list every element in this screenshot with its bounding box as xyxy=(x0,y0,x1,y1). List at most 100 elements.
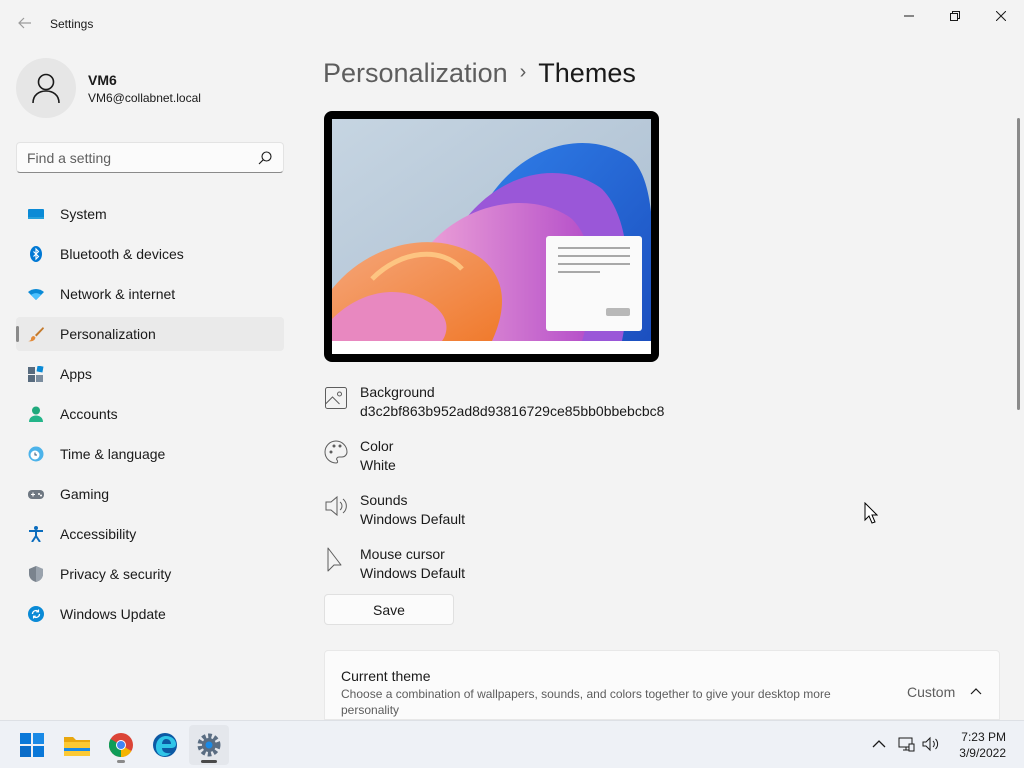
sidebar-item-system[interactable]: System xyxy=(16,197,284,231)
current-theme-title: Current theme xyxy=(341,668,431,684)
user-email: VM6@collabnet.local xyxy=(88,91,201,105)
chevron-up-icon[interactable] xyxy=(870,735,888,753)
sidebar-item-label: Apps xyxy=(60,366,92,382)
taskbar: 7:23 PM 3/9/2022 xyxy=(0,720,1024,768)
cursor-icon xyxy=(327,547,342,572)
search-input[interactable] xyxy=(27,149,247,167)
theme-property-sounds[interactable]: Sounds Windows Default xyxy=(324,492,724,536)
sidebar-item-bluetooth[interactable]: Bluetooth & devices xyxy=(16,237,284,271)
mouse-pointer-icon xyxy=(864,502,878,524)
sidebar-item-gaming[interactable]: Gaming xyxy=(16,477,284,511)
preview-window xyxy=(546,236,642,331)
user-name: VM6 xyxy=(88,72,117,88)
breadcrumb-parent[interactable]: Personalization xyxy=(323,58,508,88)
chevron-up-icon[interactable] xyxy=(969,684,983,698)
sidebar-item-label: Bluetooth & devices xyxy=(60,246,184,262)
taskbar-file-explorer[interactable] xyxy=(57,725,97,765)
page-title: Themes xyxy=(538,58,636,88)
back-button[interactable] xyxy=(12,10,38,36)
sidebar-item-label: Accessibility xyxy=(60,526,137,542)
bluetooth-icon xyxy=(30,246,42,262)
property-label: Sounds xyxy=(360,492,408,508)
windows-start-icon xyxy=(20,733,44,757)
sidebar-item-accessibility[interactable]: Accessibility xyxy=(16,517,284,551)
current-theme-description: Choose a combination of wallpapers, soun… xyxy=(341,687,831,717)
sidebar-item-label: System xyxy=(60,206,107,222)
refresh-icon xyxy=(28,606,44,622)
breadcrumb-separator: › xyxy=(519,61,527,83)
maximize-button[interactable] xyxy=(932,0,978,32)
sidebar-item-label: Time & language xyxy=(60,446,166,462)
sidebar-item-windows-update[interactable]: Windows Update xyxy=(16,597,284,631)
minimize-button[interactable] xyxy=(886,0,932,32)
clock-time[interactable]: 7:23 PM xyxy=(950,730,1006,744)
running-indicator xyxy=(117,760,125,763)
accessibility-icon xyxy=(29,526,43,542)
back-arrow-icon xyxy=(18,17,31,29)
apps-icon xyxy=(28,366,44,382)
property-value: Windows Default xyxy=(360,511,466,527)
folder-icon xyxy=(64,737,90,756)
title-bar: Settings xyxy=(0,0,1024,48)
property-label: Mouse cursor xyxy=(360,546,445,562)
property-label: Color xyxy=(360,438,394,454)
breadcrumb: Personalization › Themes xyxy=(323,58,636,89)
taskbar-start[interactable] xyxy=(12,725,52,765)
chrome-icon xyxy=(109,733,133,757)
search-icon[interactable] xyxy=(257,150,273,166)
network-icon[interactable] xyxy=(897,735,915,753)
taskbar-settings[interactable] xyxy=(189,725,229,765)
property-value: White xyxy=(360,457,396,473)
running-indicator xyxy=(201,760,217,763)
globe-clock-icon xyxy=(28,446,44,462)
property-value: Windows Default xyxy=(360,565,466,581)
save-button[interactable]: Save xyxy=(324,594,454,625)
sidebar-item-label: Privacy & security xyxy=(60,566,172,582)
settings-gear-icon xyxy=(197,733,221,757)
property-label: Background xyxy=(360,384,435,400)
monitor-icon xyxy=(28,209,44,219)
theme-preview xyxy=(324,111,659,362)
speaker-icon xyxy=(325,495,347,517)
edge-icon xyxy=(153,733,177,757)
theme-preview-screen xyxy=(332,119,651,354)
sidebar-item-network[interactable]: Network & internet xyxy=(16,277,284,311)
wifi-icon xyxy=(28,289,44,300)
person-icon xyxy=(29,406,43,422)
close-icon xyxy=(996,11,1006,21)
theme-property-color[interactable]: Color White xyxy=(324,438,724,482)
person-icon xyxy=(32,73,60,104)
sidebar-item-time-language[interactable]: Time & language xyxy=(16,437,284,471)
shield-icon xyxy=(29,566,43,582)
current-theme-value: Custom xyxy=(907,684,956,700)
sidebar-item-label: Personalization xyxy=(60,326,156,342)
property-value: d3c2bf863b952ad8d93816729ce85bb0bbebcbc8 xyxy=(360,403,665,419)
sidebar-item-privacy[interactable]: Privacy & security xyxy=(16,557,284,591)
close-button[interactable] xyxy=(978,0,1024,32)
clock-date[interactable]: 3/9/2022 xyxy=(950,746,1006,760)
sidebar-item-label: Gaming xyxy=(60,486,110,502)
sidebar-item-personalization[interactable]: Personalization xyxy=(16,317,284,351)
image-icon xyxy=(325,387,347,409)
theme-property-mouse-cursor[interactable]: Mouse cursor Windows Default xyxy=(324,546,724,590)
minimize-icon xyxy=(904,15,914,17)
sidebar-item-label: Network & internet xyxy=(60,286,176,302)
gamepad-icon xyxy=(28,490,44,499)
volume-icon[interactable] xyxy=(922,735,940,753)
palette-icon xyxy=(324,440,348,464)
sidebar-item-apps[interactable]: Apps xyxy=(16,357,284,391)
sidebar-item-label: Windows Update xyxy=(60,606,166,622)
scrollbar[interactable] xyxy=(1017,118,1020,410)
sidebar-item-label: Accounts xyxy=(60,406,118,422)
taskbar-edge[interactable] xyxy=(145,725,185,765)
paintbrush-icon xyxy=(28,327,44,342)
current-theme-card[interactable]: Current theme Choose a combination of wa… xyxy=(324,650,1000,720)
taskbar-chrome[interactable] xyxy=(101,725,141,765)
maximize-icon xyxy=(950,11,960,21)
preview-window-content xyxy=(558,247,630,316)
search-box[interactable] xyxy=(16,142,284,173)
theme-property-background[interactable]: Background d3c2bf863b952ad8d93816729ce85… xyxy=(324,384,724,428)
app-title: Settings xyxy=(50,17,94,31)
avatar[interactable] xyxy=(16,58,76,118)
sidebar-item-accounts[interactable]: Accounts xyxy=(16,397,284,431)
